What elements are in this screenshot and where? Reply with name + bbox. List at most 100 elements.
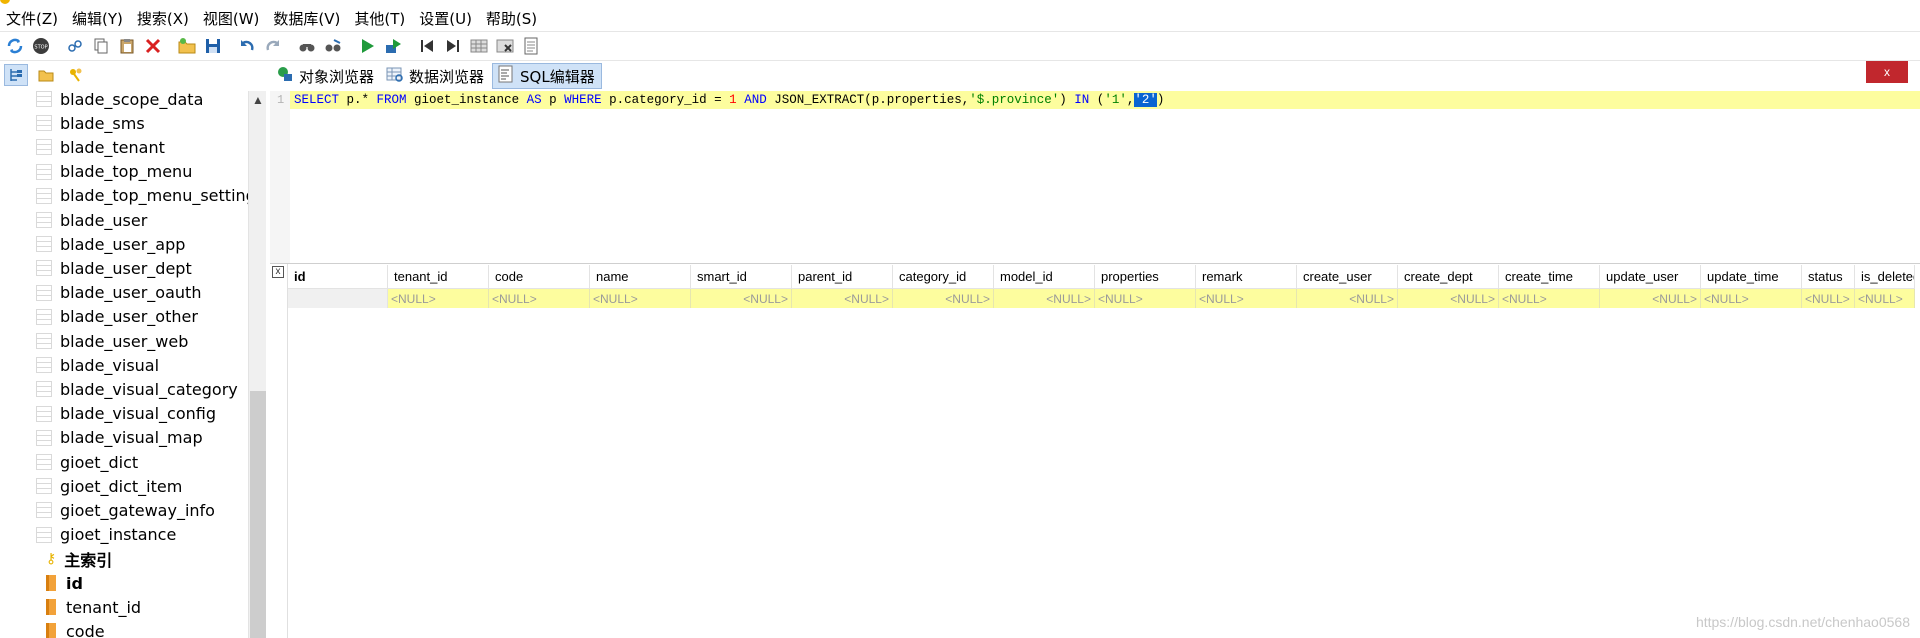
table-row[interactable]: <NULL> <NULL> <NULL> <NULL> <NULL> <NULL> <NUL… bbox=[288, 289, 1915, 308]
menu-view[interactable]: 视图(W) bbox=[203, 8, 260, 29]
tree-table-item[interactable]: blade_user_dept bbox=[36, 256, 192, 280]
sql-text: gioet_instance bbox=[406, 93, 527, 107]
table-cell[interactable]: <NULL> bbox=[1196, 289, 1297, 308]
menu-edit[interactable]: 编辑(Y) bbox=[72, 8, 123, 29]
table-cell[interactable]: <NULL> bbox=[388, 289, 489, 308]
tree-table-item[interactable]: blade_user_app bbox=[36, 232, 185, 256]
tree-table-item[interactable]: blade_top_menu_setting bbox=[36, 184, 248, 208]
link-icon[interactable] bbox=[64, 35, 86, 57]
undo-icon[interactable] bbox=[236, 35, 258, 57]
column-header[interactable]: name bbox=[590, 265, 691, 289]
paste-icon[interactable] bbox=[116, 35, 138, 57]
table-icon bbox=[36, 139, 52, 156]
tree-table-item[interactable]: blade_sms bbox=[36, 111, 145, 135]
find-icon[interactable] bbox=[296, 35, 318, 57]
tree-table-item[interactable]: blade_visual_config bbox=[36, 402, 216, 426]
grid-remove-icon[interactable] bbox=[494, 35, 516, 57]
save-icon[interactable] bbox=[202, 35, 224, 57]
tree-table-item[interactable]: blade_user_oauth bbox=[36, 281, 201, 305]
column-header[interactable]: create_user bbox=[1297, 265, 1398, 289]
menu-settings[interactable]: 设置(U) bbox=[419, 8, 472, 29]
menu-search[interactable]: 搜索(X) bbox=[137, 8, 189, 29]
tree-table-item[interactable]: gioet_dict bbox=[36, 450, 138, 474]
close-result-icon[interactable]: x bbox=[272, 266, 284, 278]
run-icon[interactable] bbox=[356, 35, 378, 57]
column-header[interactable]: properties bbox=[1095, 265, 1196, 289]
column-header[interactable]: create_dept bbox=[1398, 265, 1499, 289]
table-cell[interactable]: <NULL> bbox=[1297, 289, 1398, 308]
last-icon[interactable] bbox=[442, 35, 464, 57]
table-cell[interactable]: <NULL> bbox=[489, 289, 590, 308]
tree-column-item[interactable]: code bbox=[46, 619, 105, 638]
table-cell[interactable]: <NULL> bbox=[691, 289, 792, 308]
column-header[interactable]: parent_id bbox=[792, 265, 893, 289]
column-header[interactable]: create_time bbox=[1499, 265, 1600, 289]
table-cell[interactable]: <NULL> bbox=[1499, 289, 1600, 308]
tree-table-item[interactable]: gioet_instance bbox=[36, 523, 176, 547]
table-cell[interactable]: <NULL> bbox=[792, 289, 893, 308]
table-cell[interactable]: <NULL> bbox=[590, 289, 691, 308]
grid-icon[interactable] bbox=[468, 35, 490, 57]
tree-table-item[interactable]: gioet_gateway_info bbox=[36, 498, 215, 522]
copy-icon[interactable] bbox=[90, 35, 112, 57]
menu-file[interactable]: 文件(Z) bbox=[6, 8, 58, 29]
replace-icon[interactable] bbox=[322, 35, 344, 57]
table-cell[interactable]: <NULL> bbox=[1701, 289, 1802, 308]
tree-view-icon[interactable] bbox=[4, 64, 28, 86]
tab-sql-editor[interactable]: SQL编辑器 bbox=[492, 63, 602, 89]
tree-table-item[interactable]: gioet_dict_item bbox=[36, 474, 182, 498]
close-button[interactable]: x bbox=[1866, 61, 1908, 83]
column-header[interactable]: category_id bbox=[893, 265, 994, 289]
menu-other[interactable]: 其他(T) bbox=[354, 8, 405, 29]
tree-table-item[interactable]: blade_user_web bbox=[36, 329, 188, 353]
tree-table-item[interactable]: blade_top_menu bbox=[36, 160, 192, 184]
table-cell[interactable]: <NULL> bbox=[1095, 289, 1196, 308]
tree-table-item[interactable]: blade_tenant bbox=[36, 135, 165, 159]
scroll-up-icon[interactable]: ▲ bbox=[252, 93, 264, 107]
tree-column-item[interactable]: id bbox=[46, 571, 83, 595]
column-header[interactable]: remark bbox=[1196, 265, 1297, 289]
scrollbar-thumb[interactable] bbox=[250, 391, 266, 638]
tab-data-browser[interactable]: 数据浏览器 bbox=[382, 63, 490, 89]
first-icon[interactable] bbox=[416, 35, 438, 57]
column-header[interactable]: smart_id bbox=[691, 265, 792, 289]
sql-editor[interactable]: 1 SELECT p.* FROM gioet_instance AS p WH… bbox=[270, 91, 1920, 263]
tree-table-item[interactable]: blade_visual_map bbox=[36, 426, 203, 450]
column-header[interactable]: code bbox=[489, 265, 590, 289]
tree-table-item[interactable]: blade_user bbox=[36, 208, 147, 232]
table-cell[interactable]: <NULL> bbox=[994, 289, 1095, 308]
column-header[interactable]: status bbox=[1802, 265, 1855, 289]
table-cell[interactable]: <NULL> bbox=[1398, 289, 1499, 308]
table-cell[interactable]: <NULL> bbox=[1855, 289, 1915, 308]
keys-icon[interactable] bbox=[64, 64, 88, 86]
run-selection-icon[interactable] bbox=[382, 35, 404, 57]
column-header[interactable]: tenant_id bbox=[388, 265, 489, 289]
open-icon[interactable] bbox=[176, 35, 198, 57]
tree-table-item[interactable]: blade_scope_data bbox=[36, 91, 203, 111]
sql-line[interactable]: SELECT p.* FROM gioet_instance AS p WHER… bbox=[290, 91, 1920, 109]
delete-icon[interactable] bbox=[142, 35, 164, 57]
tree-primary-key[interactable]: ⚷ 主索引 bbox=[46, 547, 112, 571]
table-cell[interactable]: <NULL> bbox=[1600, 289, 1701, 308]
tab-object-browser[interactable]: 对象浏览器 bbox=[272, 63, 380, 89]
table-cell[interactable] bbox=[288, 289, 388, 308]
stop-icon[interactable]: STOP bbox=[30, 35, 52, 57]
menu-database[interactable]: 数据库(V) bbox=[273, 8, 340, 29]
tree-scrollbar[interactable]: ▲ bbox=[248, 91, 266, 638]
notes-icon[interactable] bbox=[520, 35, 542, 57]
column-header[interactable]: model_id bbox=[994, 265, 1095, 289]
tree-table-item[interactable]: blade_visual_category bbox=[36, 377, 238, 401]
tree-column-item[interactable]: tenant_id bbox=[46, 595, 141, 619]
refresh-icon[interactable] bbox=[4, 35, 26, 57]
redo-icon[interactable] bbox=[262, 35, 284, 57]
table-cell[interactable]: <NULL> bbox=[893, 289, 994, 308]
menu-help[interactable]: 帮助(S) bbox=[486, 8, 537, 29]
column-header[interactable]: is_deleted bbox=[1855, 265, 1915, 289]
tree-table-item[interactable]: blade_user_other bbox=[36, 305, 198, 329]
tree-table-item[interactable]: blade_visual bbox=[36, 353, 159, 377]
folder-icon[interactable] bbox=[34, 64, 58, 86]
table-cell[interactable]: <NULL> bbox=[1802, 289, 1855, 308]
column-header[interactable]: id bbox=[288, 265, 388, 289]
column-header[interactable]: update_time bbox=[1701, 265, 1802, 289]
column-header[interactable]: update_user bbox=[1600, 265, 1701, 289]
